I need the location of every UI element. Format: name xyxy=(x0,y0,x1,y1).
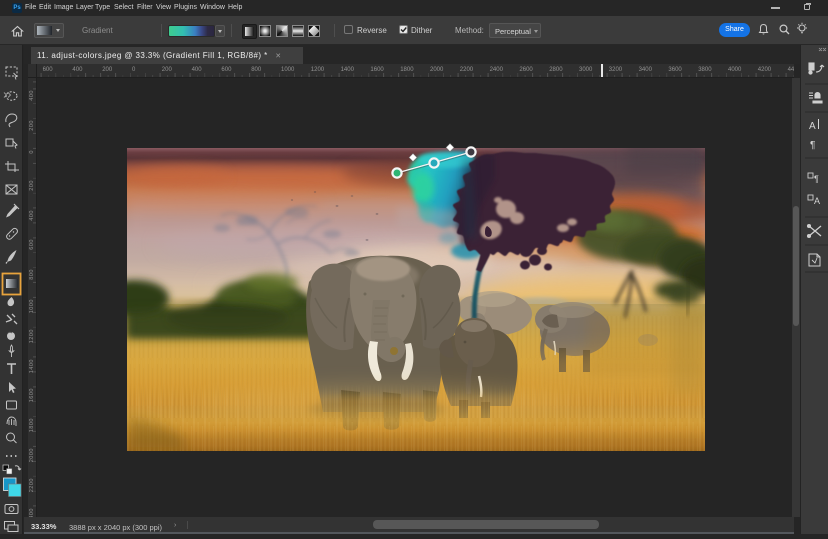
svg-text:A: A xyxy=(814,196,820,206)
svg-text:¶: ¶ xyxy=(814,174,819,184)
svg-text:A: A xyxy=(809,121,816,132)
svg-text:¶: ¶ xyxy=(810,140,815,151)
